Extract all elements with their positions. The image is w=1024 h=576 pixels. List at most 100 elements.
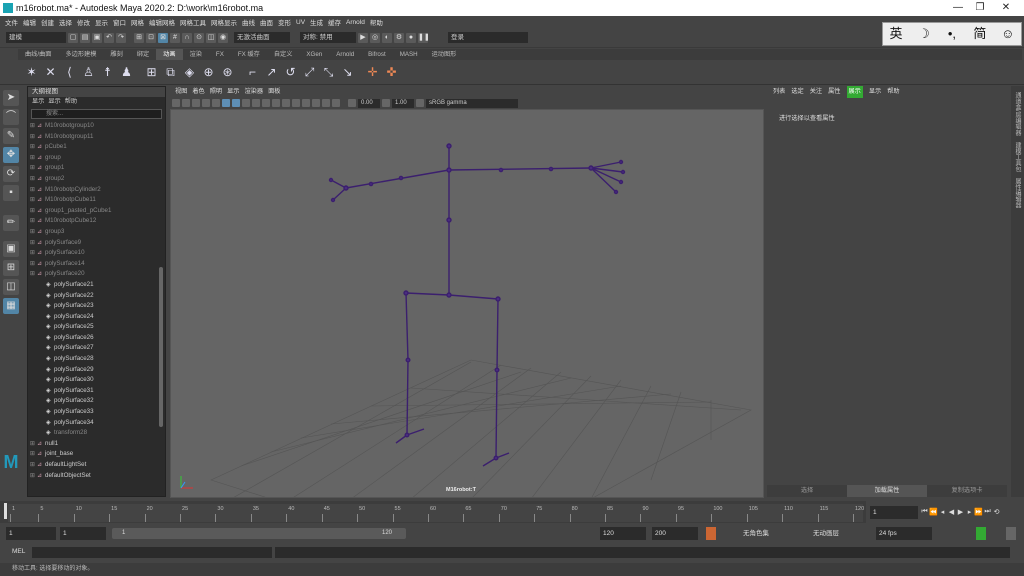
bind-skin-icon[interactable]: ⊞ [144,65,159,80]
shelf-tab[interactable]: MASH [393,49,425,60]
layout-outliner-icon[interactable]: ▦ [3,298,19,314]
shelf-tab[interactable]: FX [209,49,231,60]
anim-layer-dropdown[interactable]: 无动画层 [810,527,870,540]
expand-icon[interactable]: ⊞ [28,460,37,471]
viewport-menu-item[interactable]: 着色 [192,86,204,97]
render-settings-icon[interactable]: ⚙ [394,32,404,43]
motion-blur-icon[interactable] [282,99,290,107]
shelf-tab[interactable]: 运动图形 [425,49,464,60]
humanik-icon[interactable]: ♙ [81,65,96,80]
attribute-editor-menu-item[interactable]: 展示 [846,86,863,98]
close-button[interactable]: ✕ [996,2,1016,14]
expand-icon[interactable]: ⊞ [28,471,37,482]
select-object-icon[interactable]: ⊡ [146,32,156,43]
viewport-menu-item[interactable]: 视图 [175,86,187,97]
ime-simplified-toggle[interactable]: 简 [967,23,993,45]
menu-item[interactable]: 曲面 [260,17,273,27]
go-to-end-icon[interactable]: ⏭ [983,508,992,516]
outliner-item[interactable]: ⊞ ⊿ M10robotpCylinder2 [28,185,165,196]
mel-input[interactable] [32,547,272,558]
current-frame-field[interactable]: 1 [870,506,918,519]
paint-weights-icon[interactable]: ⊕ [201,65,216,80]
outliner-item[interactable]: ⊞ ⊿ group3 [28,227,165,238]
outliner-item[interactable]: ⊞ ⊿ group [28,153,165,164]
preferences-icon[interactable] [1006,527,1016,540]
outliner-item[interactable]: ◈ polySurface32 [28,396,165,407]
outliner-item[interactable]: ◈ polySurface26 [28,333,165,344]
side-tab[interactable]: 属性编辑器 [1013,178,1022,208]
smooth-skin-icon[interactable]: ⧉ [163,65,178,80]
menu-item[interactable]: 帮助 [370,17,383,27]
expand-icon[interactable]: ⊞ [28,206,37,217]
outliner-item[interactable]: ◈ polySurface25 [28,322,165,333]
attribute-editor-menu-item[interactable]: 属性 [828,86,840,98]
two-view-icon[interactable]: ◫ [3,279,19,295]
outliner-menu-item[interactable]: 显示 [48,97,60,107]
play-forward-icon[interactable]: ▶ [956,508,965,516]
ik-spline-icon[interactable]: ⟨ [62,65,77,80]
interactive-bind-icon[interactable]: ◈ [182,65,197,80]
ambient-occlusion-icon[interactable] [272,99,280,107]
cluster-icon[interactable]: ✜ [384,65,399,80]
outliner-item[interactable]: ◈ polySurface29 [28,365,165,376]
expand-icon[interactable]: ⊞ [28,195,37,206]
orient-constraint-icon[interactable]: ↺ [283,65,298,80]
outliner-item[interactable]: ◈ polySurface24 [28,312,165,323]
menu-item[interactable]: 修改 [77,17,90,27]
xray-joints-icon[interactable] [322,99,330,107]
menu-item[interactable]: Arnold [346,19,365,26]
joint-tool-icon[interactable]: ✶ [24,65,39,80]
ime-punctuation-toggle[interactable]: •, [939,23,965,45]
four-view-icon[interactable]: ⊞ [3,260,19,276]
snap-grid-icon[interactable]: # [170,32,180,43]
menu-item[interactable]: 创建 [41,17,54,27]
menu-item[interactable]: 网格显示 [211,17,237,27]
login-dropdown[interactable]: 登录 [448,32,528,43]
outliner-item[interactable]: ⊞ ⊿ defaultObjectSet [28,471,165,482]
auto-key-icon[interactable] [706,527,716,540]
smile-icon[interactable]: ☺ [995,23,1021,45]
lasso-tool-icon[interactable]: ⌒ [3,109,19,125]
camera-attributes-icon[interactable] [182,99,190,107]
exposure-icon[interactable] [348,99,356,107]
viewport-menu-item[interactable]: 显示 [227,86,239,97]
expand-icon[interactable]: ⊞ [28,121,37,132]
outliner-item[interactable]: ◈ polySurface33 [28,407,165,418]
attribute-editor-button[interactable]: 加载属性 [847,485,927,497]
fps-dropdown[interactable]: 24 fps [876,527,932,540]
shelf-tab[interactable]: 动画 [156,49,183,60]
shelf-tab[interactable]: 曲线/曲面 [18,49,58,60]
menu-item[interactable]: 生成 [310,17,323,27]
aim-constraint-icon[interactable]: ↗ [264,65,279,80]
shelf-tab[interactable]: FX 缓存 [231,49,267,60]
outliner-item[interactable]: ◈ polySurface27 [28,343,165,354]
wireframe-icon[interactable] [222,99,230,107]
perspective-viewport[interactable]: M16robot:T [170,109,764,498]
attribute-editor-menu-item[interactable]: 列表 [773,86,785,98]
shadows-icon[interactable] [262,99,270,107]
expand-icon[interactable]: ⊞ [28,185,37,196]
menu-item[interactable]: 文件 [5,17,18,27]
menu-item[interactable]: 网格 [131,17,144,27]
point-constraint-icon[interactable]: ⌐ [245,65,260,80]
ik-handle-icon[interactable]: ✕ [43,65,58,80]
menu-item[interactable]: 曲线 [242,17,255,27]
outliner-item[interactable]: ◈ polySurface30 [28,375,165,386]
ime-language-toggle[interactable]: 英 [883,23,909,45]
select-camera-icon[interactable] [172,99,180,107]
outliner-item[interactable]: ⊞ ⊿ polySurface20 [28,269,165,280]
skeleton-icon[interactable]: ☨ [100,65,115,80]
range-slider-bar[interactable]: 1 120 [112,528,406,539]
mel-label[interactable]: MEL [12,548,25,555]
pole-vector-icon[interactable]: ↘ [340,65,355,80]
menu-item[interactable]: 编辑 [23,17,36,27]
anti-alias-icon[interactable] [292,99,300,107]
outliner-item[interactable]: ◈ polySurface31 [28,386,165,397]
playback-end-field[interactable]: 120 [600,527,646,540]
shelf-tab[interactable]: 绑定 [130,49,156,60]
outliner-item[interactable]: ⊞ ⊿ group1_pasted_pCube1 [28,206,165,217]
outliner-item[interactable]: ⊞ ⊿ M10robotpCube12 [28,216,165,227]
attribute-editor-menu-item[interactable]: 选定 [791,86,803,98]
attribute-editor-menu-item[interactable]: 显示 [869,86,881,98]
attribute-editor-button[interactable]: 复制选项卡 [927,485,1007,497]
